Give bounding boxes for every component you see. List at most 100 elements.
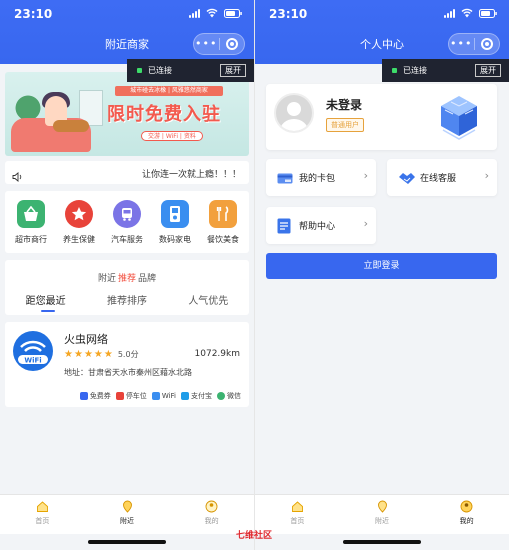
connection-text: 已连接	[148, 66, 172, 75]
online-service-button[interactable]: 在线客服 ›	[387, 159, 497, 196]
category-electronics[interactable]: 数码家电	[151, 191, 199, 253]
bottom-nav: 首页 附近 我的	[255, 494, 509, 534]
banner-title: 限时免费入驻	[107, 104, 221, 125]
nav-nearby[interactable]: 附近	[340, 495, 425, 534]
star-icon: ★	[64, 348, 73, 360]
merchant-name: 火虫网络	[64, 333, 108, 346]
parking-icon	[115, 392, 124, 400]
home-icon	[0, 500, 85, 514]
banner-ribbon: 城市碰去冰橡 | 风雅悠然商家	[115, 86, 223, 96]
sort-tabs-panel: 附近 推荐 品牌 距您最近 推荐排序 人气优先	[5, 260, 249, 315]
category-label: 餐饮美食	[207, 235, 239, 244]
profile-screen: 23:10 个人中心 ••• 已连接 展开 未登录 普通用户 我的卡包 › 在线…	[255, 0, 509, 550]
profile-name: 未登录	[326, 98, 363, 112]
coupon-icon	[79, 392, 88, 400]
location-icon	[340, 500, 425, 514]
amenity-alipay: 支付宝	[181, 391, 212, 401]
supermarket-icon	[17, 200, 45, 228]
profile-card[interactable]: 未登录 普通用户	[266, 84, 497, 150]
close-target-icon[interactable]	[219, 38, 244, 50]
card-label: 我的卡包	[299, 174, 336, 184]
card-label: 帮助中心	[299, 222, 336, 232]
cube-illustration-icon	[431, 88, 487, 144]
nav-home[interactable]: 首页	[0, 495, 85, 534]
status-icons	[189, 8, 242, 18]
promo-banner[interactable]: 城市碰去冰橡 | 风雅悠然商家 限时免费入驻 交游 | WiFi | 资料	[5, 72, 249, 156]
amenity-wifi: WiFi	[151, 392, 176, 400]
merchant-address: 地址：甘肃省天水市秦州区藉水北路	[64, 368, 192, 377]
connected-dot-icon	[137, 68, 142, 73]
category-food[interactable]: 餐饮美食	[199, 191, 247, 253]
category-health[interactable]: 养生保健	[55, 191, 103, 253]
mini-program-capsule: •••	[448, 33, 500, 55]
nearby-merchants-screen: 23:10 附近商家 ••• 已连接 展开 城市碰去冰橡 | 风雅悠然商家 限时…	[0, 0, 254, 550]
status-time: 23:10	[14, 7, 53, 21]
expand-button[interactable]: 展开	[220, 64, 246, 77]
connected-dot-icon	[392, 68, 397, 73]
merchant-card[interactable]: WiFi 火虫网络 ★ ★ ★ ★ ★ 5.0分 1072.9km 地址：甘肃省天水市秦…	[5, 322, 249, 407]
category-label: 数码家电	[159, 235, 191, 244]
tab-popular[interactable]: 人气优先	[188, 292, 228, 307]
vip-card-icon	[277, 170, 293, 189]
star-icon	[65, 200, 93, 228]
signal-icon	[189, 8, 200, 18]
active-tab-indicator	[41, 310, 55, 312]
star-icon: ★	[93, 348, 103, 360]
amenity-coupon: 免费券	[79, 391, 111, 401]
merchant-amenities: 免费券 停车位 WiFi 支付宝 微信	[79, 391, 241, 401]
home-indicator	[343, 540, 421, 544]
status-bar: 23:10	[0, 0, 254, 26]
category-label: 养生保健	[63, 235, 95, 244]
wechat-icon	[217, 392, 225, 400]
category-auto[interactable]: 汽车服务	[103, 191, 151, 253]
bus-icon	[113, 200, 141, 228]
bottom-nav: 首页 附近 我的	[0, 494, 254, 534]
sort-tabs: 距您最近 推荐排序 人气优先	[5, 292, 249, 307]
star-icon: ★	[103, 348, 113, 360]
tab-nearest[interactable]: 距您最近	[26, 292, 66, 307]
connection-status-bar: 已连接 展开	[127, 59, 254, 82]
expand-button[interactable]: 展开	[475, 64, 501, 77]
wifi-icon	[206, 8, 218, 18]
rating-stars: ★ ★ ★ ★ ★ 5.0分	[64, 349, 139, 360]
battery-icon	[224, 8, 242, 18]
user-level-badge: 普通用户	[326, 118, 364, 132]
battery-icon	[479, 8, 497, 18]
wifi-logo-icon: WiFi	[13, 331, 53, 371]
connection-text: 已连接	[403, 66, 427, 75]
card-label: 在线客服	[420, 174, 457, 184]
help-center-button[interactable]: 帮助中心 ›	[266, 207, 376, 244]
nav-bar: 23:10 个人中心 •••	[255, 0, 509, 64]
nav-nearby[interactable]: 附近	[85, 495, 170, 534]
user-icon	[424, 500, 509, 514]
category-supermarket[interactable]: 超市商行	[7, 191, 55, 253]
handshake-icon	[398, 170, 416, 189]
nav-bar: 23:10 附近商家 •••	[0, 0, 254, 64]
chevron-right-icon: ›	[363, 169, 368, 182]
nav-mine[interactable]: 我的	[424, 495, 509, 534]
notice-text: 让你连一次就上瘾！！！	[141, 170, 241, 180]
appliance-icon	[161, 200, 189, 228]
tab-recommended[interactable]: 推荐排序	[107, 292, 147, 307]
avatar[interactable]	[274, 93, 314, 133]
close-target-icon[interactable]	[474, 38, 499, 50]
document-icon	[277, 218, 291, 238]
chevron-right-icon: ›	[363, 217, 368, 230]
category-label: 汽车服务	[111, 235, 143, 244]
speaker-icon	[12, 167, 23, 186]
more-icon[interactable]: •••	[449, 35, 474, 53]
more-icon[interactable]: •••	[194, 35, 219, 53]
mini-program-capsule: •••	[193, 33, 245, 55]
merchant-distance: 1072.9km	[194, 349, 240, 359]
watermark-text: 七维社区	[236, 531, 273, 541]
star-icon: ★	[73, 348, 83, 360]
category-grid: 超市商行 养生保健 汽车服务 数码家电 餐饮美食	[5, 191, 249, 253]
my-cards-button[interactable]: 我的卡包 ›	[266, 159, 376, 196]
home-indicator	[88, 540, 166, 544]
signal-icon	[444, 8, 455, 18]
status-icons	[444, 8, 497, 18]
amenity-wechat: 微信	[217, 391, 241, 401]
login-button[interactable]: 立即登录	[266, 253, 497, 279]
notice-bar[interactable]: 让你连一次就上瘾！！！	[5, 161, 249, 184]
star-icon: ★	[83, 348, 93, 360]
